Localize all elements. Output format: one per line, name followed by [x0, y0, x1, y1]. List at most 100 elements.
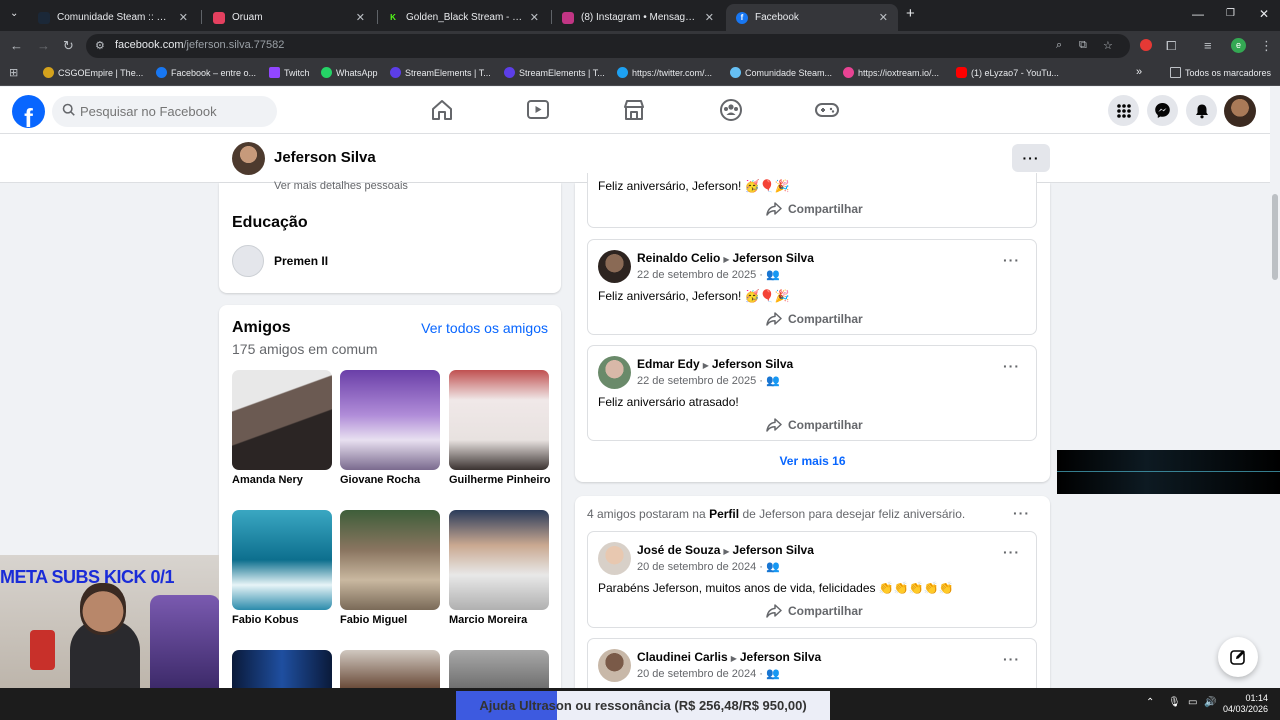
friend-name[interactable]: Amanda Nery	[232, 474, 303, 486]
microphone-icon[interactable]: 🎙	[1168, 697, 1181, 708]
profile-avatar[interactable]	[232, 142, 265, 175]
tab-instagram[interactable]: (8) Instagram • Mensagens ✕	[552, 4, 724, 31]
school-name[interactable]: Premen II	[274, 254, 328, 268]
media-icon[interactable]: ≡	[1204, 38, 1212, 53]
bookmark-item[interactable]: Facebook – entre o...	[156, 67, 256, 78]
friend-photo[interactable]	[232, 650, 332, 688]
friend-photo[interactable]	[232, 370, 332, 470]
forward-icon[interactable]: →	[37, 38, 50, 53]
friend-name[interactable]: Fabio Miguel	[340, 614, 407, 626]
gaming-icon[interactable]	[814, 97, 840, 123]
post-date[interactable]: 20 de setembro de 2024 · 👥	[637, 560, 780, 573]
friend-photo[interactable]	[449, 650, 549, 688]
profile-link[interactable]: Perfil	[709, 507, 739, 521]
see-more-details-link[interactable]: Ver mais detalhes pessoais	[274, 180, 408, 192]
friends-heading[interactable]: Amigos	[232, 319, 291, 337]
bookmark-item[interactable]: WhatsApp	[321, 67, 378, 78]
share-button[interactable]: Compartilhar	[766, 418, 863, 432]
tab-facebook[interactable]: f Facebook ✕	[726, 4, 898, 31]
author-avatar[interactable]	[598, 542, 631, 575]
restore-icon[interactable]: ❐	[1226, 8, 1235, 19]
bookmark-item[interactable]: CSGOEmpire | The...	[43, 67, 143, 78]
account-avatar[interactable]	[1224, 95, 1256, 127]
post-date[interactable]: 22 de setembro de 2025 · 👥	[637, 268, 780, 281]
author-avatar[interactable]	[598, 356, 631, 389]
scrollbar-thumb[interactable]	[1272, 194, 1278, 280]
post-author[interactable]: Claudinei Carlis ▶ Jeferson Silva	[637, 650, 821, 664]
system-clock[interactable]: 01:14 04/03/2026	[1223, 693, 1268, 715]
tab-oruam[interactable]: Oruam ✕	[203, 4, 375, 31]
groups-icon[interactable]	[718, 97, 744, 123]
zoom-icon[interactable]: ⌕	[1056, 39, 1062, 52]
post-more-button[interactable]: ···	[1003, 358, 1020, 374]
more-bookmarks-icon[interactable]: »	[1136, 66, 1142, 78]
close-icon[interactable]: ✕	[179, 11, 188, 24]
close-window-icon[interactable]: ✕	[1259, 7, 1269, 21]
close-icon[interactable]: ✕	[356, 11, 365, 24]
page-scrollbar[interactable]	[1270, 87, 1280, 688]
volume-icon[interactable]: 🔊	[1204, 697, 1216, 708]
share-button[interactable]: Compartilhar	[766, 312, 863, 326]
apps-grid-icon[interactable]: ⊞	[9, 66, 18, 79]
post-author[interactable]: Reinaldo Celio ▶ Jeferson Silva	[637, 251, 814, 265]
post-author[interactable]: José de Souza ▶ Jeferson Silva	[637, 543, 814, 557]
friend-name[interactable]: Giovane Rocha	[340, 474, 420, 486]
post-date[interactable]: 22 de setembro de 2025 · 👥	[637, 374, 780, 387]
extensions-puzzle-icon[interactable]: ⧠	[1166, 38, 1176, 54]
friend-name[interactable]: Fabio Kobus	[232, 614, 299, 626]
messenger-icon[interactable]	[1147, 95, 1178, 126]
profile-more-button[interactable]: ···	[1012, 144, 1050, 172]
bookmark-item[interactable]: Twitch	[269, 67, 310, 78]
display-icon[interactable]: ▭	[1188, 697, 1197, 708]
new-message-button[interactable]	[1218, 637, 1258, 677]
facebook-logo[interactable]: f	[12, 95, 45, 128]
bookmark-item[interactable]: StreamElements | T...	[390, 67, 491, 78]
tab-steam[interactable]: Comunidade Steam :: Proposta ✕	[28, 4, 198, 31]
notifications-bell-icon[interactable]	[1186, 95, 1217, 126]
close-icon[interactable]: ✕	[705, 11, 714, 24]
bookmark-item[interactable]: StreamElements | T...	[504, 67, 605, 78]
bookmark-item[interactable]: (1) eLyzao7 - YouTu...	[956, 67, 1059, 78]
friend-photo[interactable]	[449, 510, 549, 610]
home-icon[interactable]	[429, 97, 455, 123]
profile-name[interactable]: Jeferson Silva	[274, 149, 376, 166]
close-icon[interactable]: ✕	[879, 11, 888, 24]
search-input[interactable]	[80, 96, 270, 127]
see-all-friends-link[interactable]: Ver todos os amigos	[421, 320, 548, 336]
browser-menu-icon[interactable]: ⋮	[1260, 38, 1273, 54]
reload-icon[interactable]: ↻	[63, 38, 74, 54]
post-author[interactable]: Edmar Edy ▶ Jeferson Silva	[637, 357, 793, 371]
post-more-button[interactable]: ···	[1003, 651, 1020, 667]
minimize-icon[interactable]: —	[1192, 7, 1204, 21]
author-avatar[interactable]	[598, 649, 631, 682]
share-button[interactable]: Compartilhar	[766, 202, 863, 216]
tray-chevron-icon[interactable]: ⌃	[1146, 697, 1154, 708]
birthday-posts-more-button[interactable]: ···	[1013, 505, 1030, 521]
post-more-button[interactable]: ···	[1003, 252, 1020, 268]
see-more-posts-link[interactable]: Ver mais 16	[575, 454, 1050, 468]
share-button[interactable]: Compartilhar	[766, 604, 863, 618]
bookmark-item[interactable]: Comunidade Steam...	[730, 67, 832, 78]
close-icon[interactable]: ✕	[530, 11, 539, 24]
extension-icon[interactable]	[1140, 39, 1152, 51]
friend-photo[interactable]	[449, 370, 549, 470]
site-info-icon[interactable]: ⚙	[95, 39, 105, 52]
post-date[interactable]: 20 de setembro de 2024 · 👥	[637, 667, 780, 680]
bookmark-item[interactable]: https://twitter.com/...	[617, 67, 712, 78]
bookmark-star-icon[interactable]: ☆	[1103, 39, 1113, 52]
post-more-button[interactable]: ···	[1003, 544, 1020, 560]
friend-photo[interactable]	[340, 510, 440, 610]
address-bar[interactable]: ⚙ facebook.com/jeferson.silva.77582 ⌕ ⧉ …	[86, 34, 1130, 58]
marketplace-icon[interactable]	[621, 97, 647, 123]
friend-photo[interactable]	[340, 650, 440, 688]
new-tab-icon[interactable]: +	[906, 5, 915, 22]
author-avatar[interactable]	[598, 250, 631, 283]
facebook-search[interactable]	[52, 96, 277, 127]
bookmark-item[interactable]: https://ioxtream.io/...	[843, 67, 939, 78]
friend-name[interactable]: Guilherme Pinheiro	[449, 474, 550, 486]
profile-avatar-icon[interactable]: e	[1231, 38, 1246, 53]
tab-kick-stream[interactable]: K Golden_Black Stream - Watch L ✕	[377, 4, 549, 31]
install-app-icon[interactable]: ⧉	[1079, 39, 1087, 52]
friend-photo[interactable]	[340, 370, 440, 470]
menu-grid-icon[interactable]	[1108, 95, 1139, 126]
